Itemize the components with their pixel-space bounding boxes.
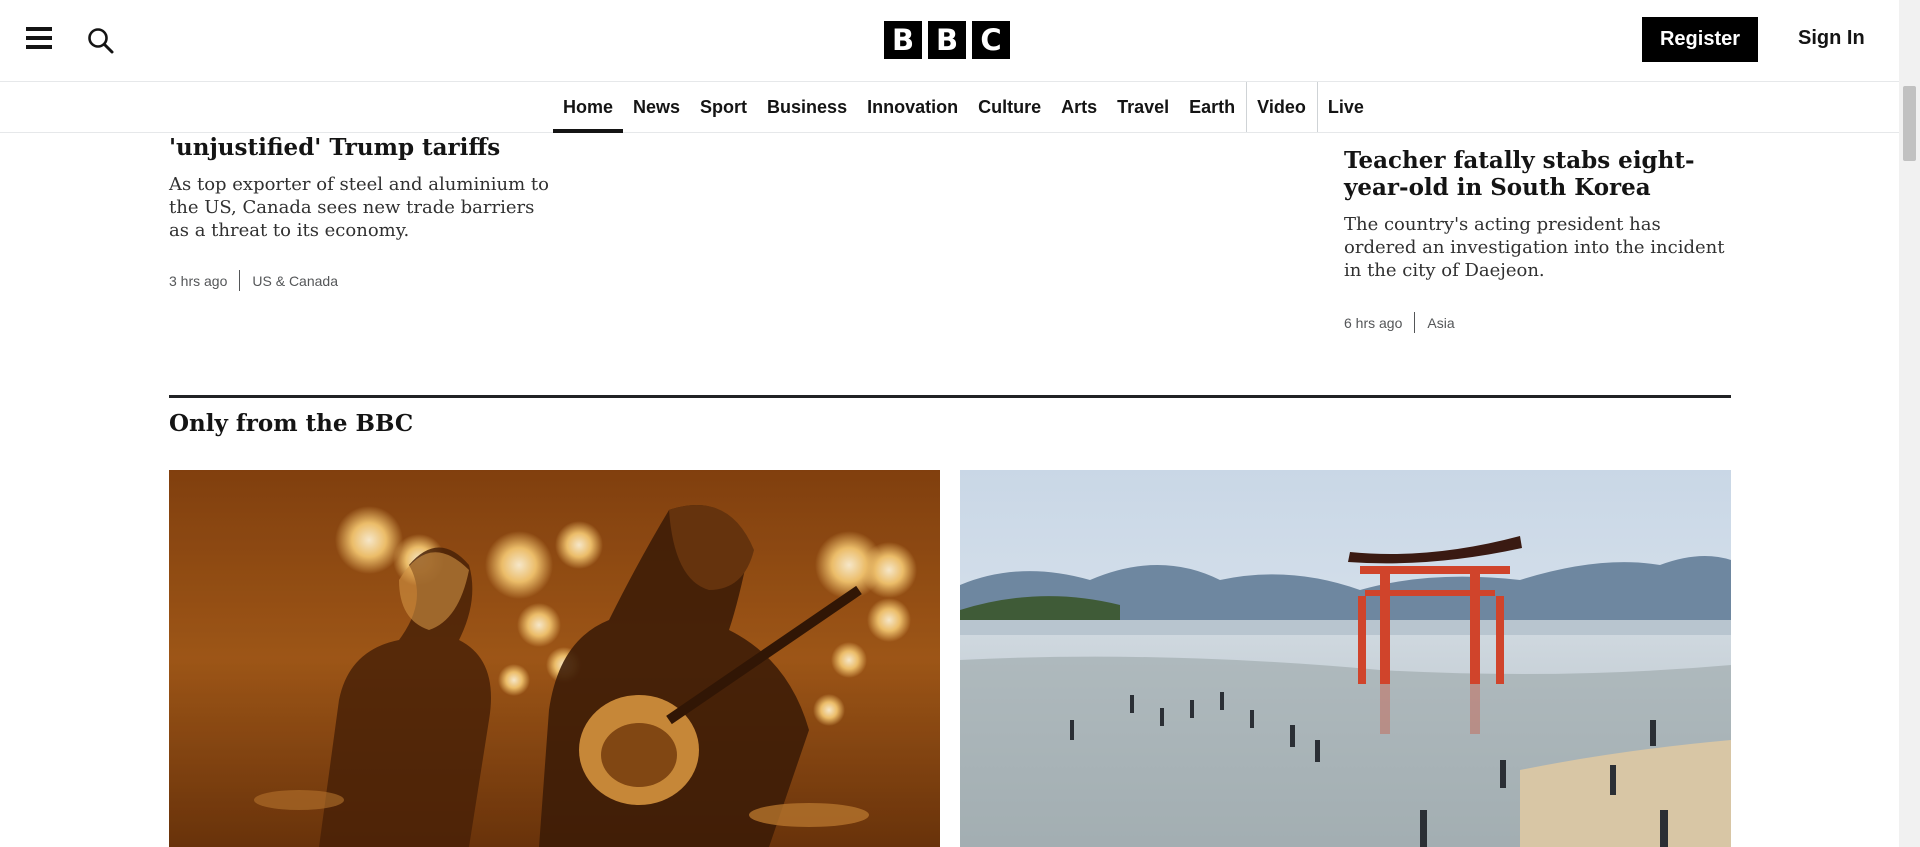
sign-in-link[interactable]: Sign In [1798,27,1865,50]
meta-divider [1414,312,1416,333]
story-meta: 6 hrs ago Asia [1344,312,1729,333]
nav-item-travel[interactable]: Travel [1107,82,1179,132]
story-summary: As top exporter of steel and aluminium t… [169,174,550,241]
card-image-concert[interactable] [169,470,940,847]
logo-letter-c: C [972,21,1010,59]
nav-item-live[interactable]: Live [1316,82,1374,132]
scrollbar-thumb[interactable] [1903,86,1916,161]
nav-item-home[interactable]: Home [553,82,624,133]
story-category[interactable]: US & Canada [252,273,338,289]
story-timestamp: 6 hrs ago [1344,314,1403,331]
story-headline[interactable]: Teacher fatally stabs eight-year-old in … [1344,147,1729,201]
main-navigation: Home News Sport Business Innovation Cult… [0,82,1899,133]
story-card-canada-tariffs[interactable]: 'unjustified' Trump tariffs As top expor… [169,134,549,291]
story-category[interactable]: Asia [1427,315,1454,331]
search-icon[interactable] [86,26,116,56]
story-card-south-korea[interactable]: Teacher fatally stabs eight-year-old in … [1344,147,1729,333]
story-headline[interactable]: 'unjustified' Trump tariffs [169,134,549,161]
nav-item-earth[interactable]: Earth [1179,82,1245,132]
story-summary: The country's acting president has order… [1344,214,1725,281]
nav-item-innovation[interactable]: Innovation [857,82,968,132]
section-divider [169,395,1731,398]
register-button[interactable]: Register [1642,17,1758,62]
masthead: B B C Register Sign In [0,0,1899,82]
nav-item-news[interactable]: News [623,82,690,132]
nav-item-business[interactable]: Business [757,82,857,132]
nav-item-video[interactable]: Video [1246,82,1316,132]
page-scrollbar[interactable] [1899,0,1920,847]
story-meta: 3 hrs ago US & Canada [169,270,549,291]
meta-divider [239,270,241,291]
nav-item-arts[interactable]: Arts [1051,82,1107,132]
hamburger-menu-icon[interactable] [26,27,52,53]
logo-letter-b2: B [928,21,966,59]
card-image-torii-gate[interactable] [960,470,1731,847]
logo-letter-b1: B [884,21,922,59]
section-title: Only from the BBC [169,410,414,437]
nav-item-culture[interactable]: Culture [968,82,1051,132]
bbc-logo[interactable]: B B C [884,21,1010,59]
story-timestamp: 3 hrs ago [169,272,228,289]
nav-item-sport[interactable]: Sport [690,82,757,132]
